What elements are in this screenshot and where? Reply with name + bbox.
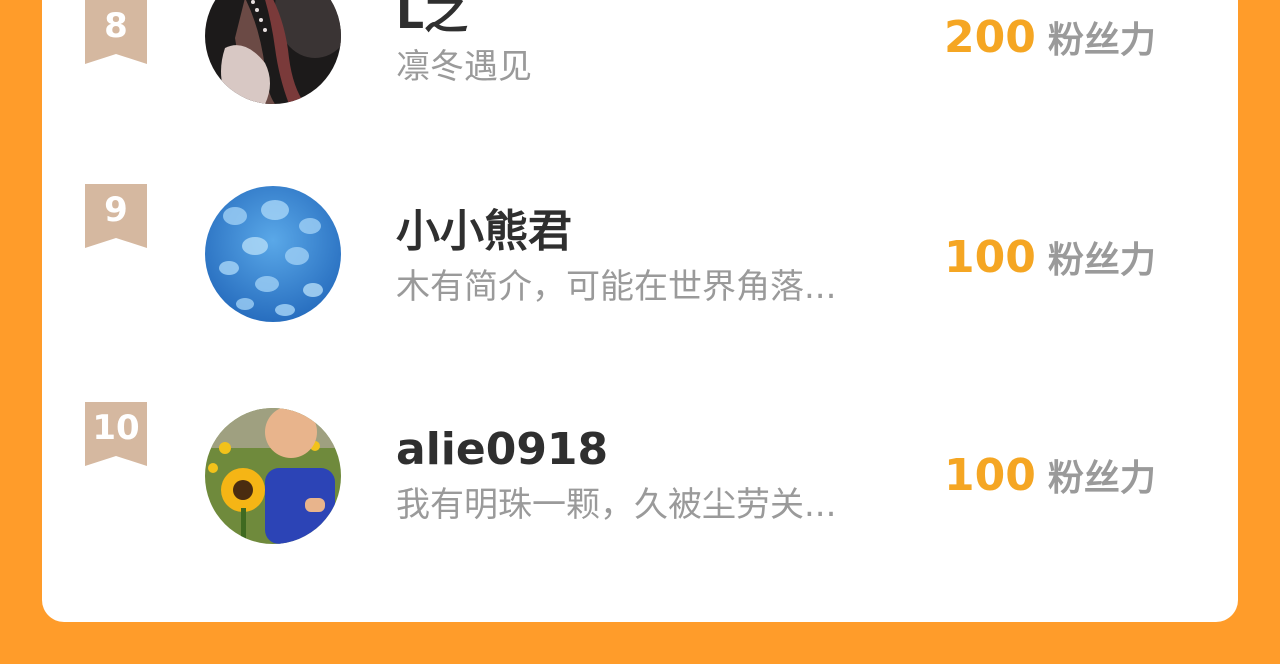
- user-name[interactable]: alie0918: [396, 424, 916, 476]
- fan-power-score: 200 粉丝力: [944, 12, 1184, 67]
- user-description: 我有明珠一颗，久被尘劳关...: [396, 485, 837, 525]
- ranking-row[interactable]: 9 小小熊君 木有简介，可能在世界角落... 100 粉丝力: [42, 184, 1238, 364]
- fan-power-score: 100 粉丝力: [944, 232, 1184, 287]
- score-unit: 粉丝力: [1047, 240, 1156, 281]
- user-name[interactable]: L之: [396, 0, 916, 40]
- user-description: 凛冬遇见: [396, 47, 532, 87]
- ranking-row[interactable]: 10 alie0918 我有明珠一颗，久被尘劳关... 100 粉丝力: [42, 402, 1238, 582]
- score-unit: 粉丝力: [1047, 20, 1156, 61]
- score-unit: 粉丝力: [1047, 458, 1156, 499]
- score-value: 200: [944, 12, 1036, 63]
- rank-badge: 8: [85, 0, 147, 64]
- rank-number: 8: [104, 6, 128, 46]
- ranking-card: 8 L之 凛冬遇见 200 粉丝力 9 小小熊君 木有简介，可能在世界角落...…: [42, 0, 1238, 622]
- jellyfish-avatar[interactable]: [205, 186, 341, 322]
- rank-number: 9: [104, 190, 128, 230]
- user-description: 木有简介，可能在世界角落...: [396, 267, 837, 307]
- rank-number: 10: [92, 408, 140, 448]
- rank-badge: 9: [85, 184, 147, 248]
- score-value: 100: [944, 232, 1036, 283]
- baby-sunflower-avatar[interactable]: [205, 408, 341, 544]
- user-name[interactable]: 小小熊君: [396, 206, 916, 258]
- dark-portrait-avatar[interactable]: [205, 0, 341, 104]
- ranking-row[interactable]: 8 L之 凛冬遇见 200 粉丝力: [42, 0, 1238, 140]
- fan-power-score: 100 粉丝力: [944, 450, 1184, 505]
- score-value: 100: [944, 450, 1036, 501]
- rank-badge: 10: [85, 402, 147, 466]
